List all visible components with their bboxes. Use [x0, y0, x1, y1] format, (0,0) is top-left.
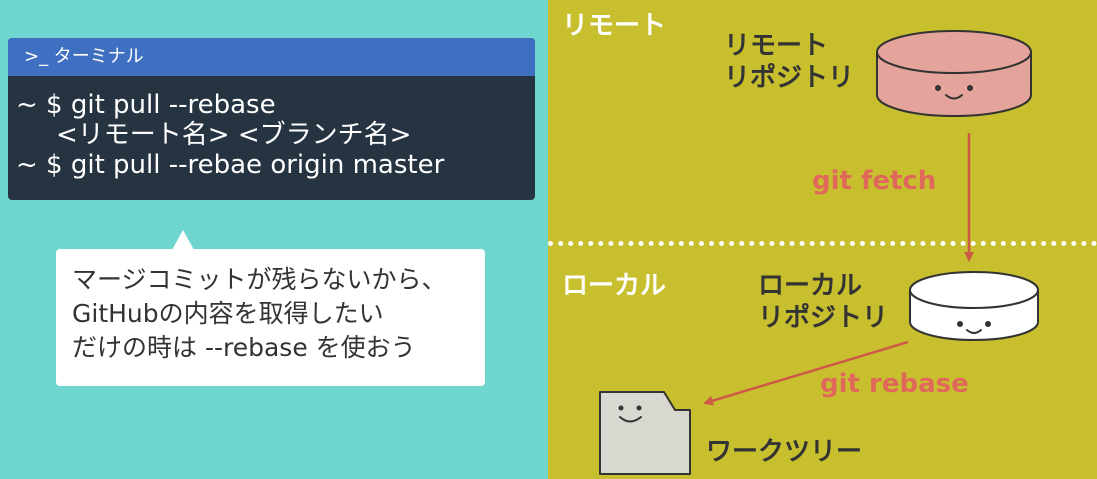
diagram-overlay [599, 30, 1039, 475]
remote-repo-cylinder [876, 30, 1032, 117]
worktree-file-icon [599, 391, 691, 475]
local-repo-cylinder [909, 271, 1039, 341]
rebase-arrow [703, 340, 909, 406]
